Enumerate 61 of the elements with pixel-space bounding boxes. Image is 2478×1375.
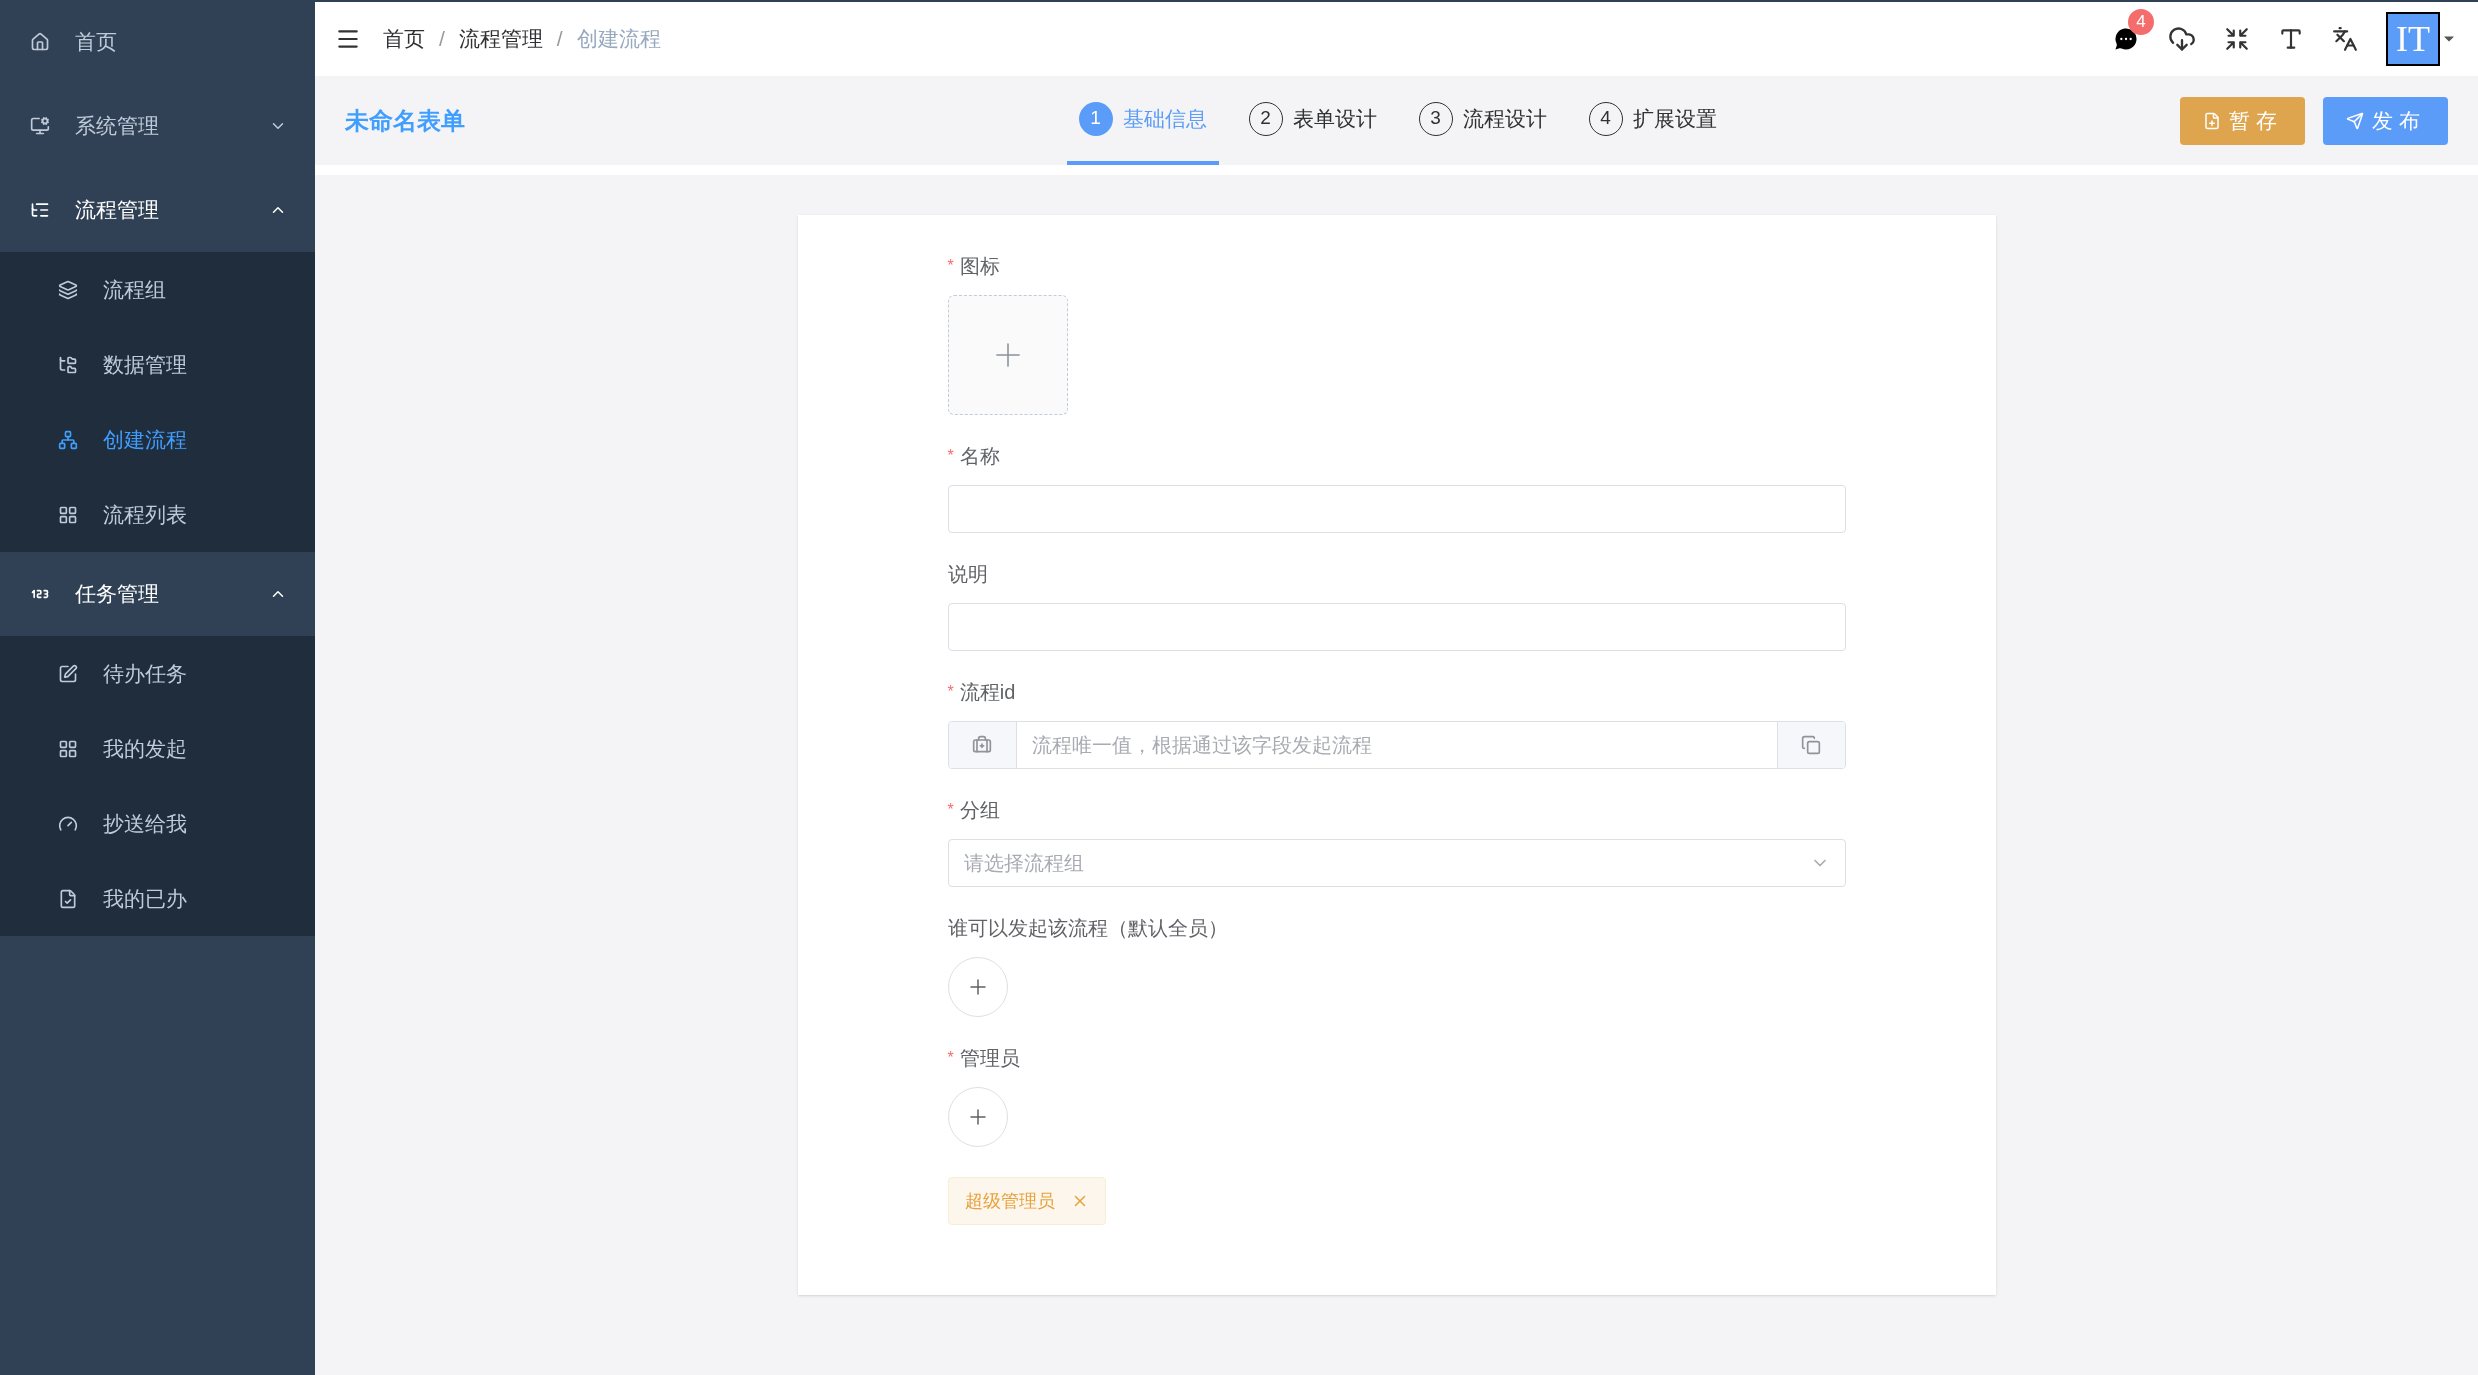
network-icon <box>58 429 78 450</box>
required-mark: * <box>947 446 954 466</box>
folder-tree-icon <box>58 354 78 375</box>
sidebar-item[interactable]: 任务管理 <box>0 552 315 636</box>
grid-icon <box>58 738 78 759</box>
text-input[interactable] <box>947 603 1846 651</box>
sidebar-item[interactable]: 流程管理 <box>0 168 315 252</box>
step-tab[interactable]: 2 表单设计 <box>1236 76 1389 165</box>
form-title: 未命名表单 <box>345 105 466 136</box>
required-mark: * <box>947 800 954 820</box>
font-size-icon[interactable] <box>2278 26 2304 52</box>
sidebar-item[interactable]: 系统管理 <box>0 84 315 168</box>
id-input[interactable]: 流程唯一值，根据通过该字段发起流程 <box>1016 722 1777 768</box>
icon-upload-box[interactable] <box>947 295 1068 415</box>
sidebar-subitem[interactable]: 我的已办 <box>0 861 315 936</box>
sidebar-subitem[interactable]: 流程列表 <box>0 477 315 552</box>
text-input[interactable] <box>947 485 1846 533</box>
field-label: 说明 <box>947 562 988 587</box>
field-label: 谁可以发起该流程（默认全员） <box>947 916 1228 941</box>
grid-icon <box>58 504 78 525</box>
required-mark: * <box>947 1048 954 1068</box>
sidebar-subitem[interactable]: 流程组 <box>0 252 315 327</box>
copy-icon <box>1801 735 1821 755</box>
list-tree-icon <box>30 200 50 220</box>
monitor-gear-icon <box>30 116 50 136</box>
sidebar-subitem[interactable]: 创建流程 <box>0 402 315 477</box>
sidebar-subitem[interactable]: 待办任务 <box>0 636 315 711</box>
field-label: 流程id <box>959 680 1016 705</box>
required-mark: * <box>947 256 954 276</box>
field-label: 图标 <box>959 254 1000 279</box>
notification-badge: 4 <box>2128 9 2154 35</box>
sidebar-subitem[interactable]: 抄送给我 <box>0 786 315 861</box>
shrink-icon[interactable] <box>2224 26 2250 52</box>
field-label: 分组 <box>959 798 1000 823</box>
sidebar-subitem[interactable]: 我的发起 <box>0 711 315 786</box>
breadcrumb-link[interactable]: 流程管理 <box>458 23 543 55</box>
file-plus-icon <box>2202 111 2221 130</box>
required-mark: * <box>947 682 954 702</box>
cloud-download-icon[interactable] <box>2168 25 2196 53</box>
field-label: 管理员 <box>959 1046 1020 1071</box>
file-check-icon <box>58 888 78 909</box>
sidebar-subitem[interactable]: 数据管理 <box>0 327 315 402</box>
input-prefix[interactable] <box>948 722 1017 768</box>
user-tag: 超级管理员 <box>947 1177 1106 1225</box>
breadcrumb-link[interactable]: 首页 <box>383 23 425 55</box>
chat-icon[interactable] <box>2112 25 2140 53</box>
id-field-group[interactable]: 流程唯一值，根据通过该字段发起流程 <box>947 721 1846 769</box>
home-icon <box>30 32 50 52</box>
sidebar-item[interactable]: 首页 <box>0 0 315 84</box>
layers-icon <box>58 279 78 300</box>
step-tab[interactable]: 3 流程设计 <box>1406 76 1559 165</box>
pen-square-icon <box>58 663 78 684</box>
copy-suffix[interactable] <box>1776 722 1845 768</box>
briefcase-plus-icon <box>972 735 992 755</box>
breadcrumb-separator: / <box>556 26 563 53</box>
step-tab[interactable]: 4 扩展设置 <box>1576 76 1729 165</box>
send-icon <box>2345 111 2364 130</box>
step-number: 1 <box>1078 101 1113 136</box>
field-label: 名称 <box>959 444 1000 469</box>
translate-icon[interactable] <box>2332 26 2358 52</box>
breadcrumb-separator: / <box>439 26 445 53</box>
